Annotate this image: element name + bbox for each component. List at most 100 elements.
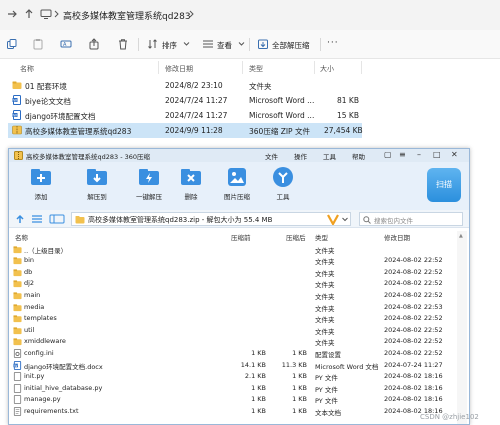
zip-file-row[interactable]: config.ini 1 KB 1 KB 配置设置 2024-08-02 22:…	[9, 347, 449, 359]
extract-all-button[interactable]: 全部解压缩	[272, 40, 310, 51]
tools-button[interactable]: 工具	[261, 165, 305, 201]
zip-path-field[interactable]: 高校多媒体教室管理系统qd283.zip - 解包大小为 55.4 MB	[71, 212, 351, 226]
zip-path-text: 高校多媒体教室管理系统qd283.zip - 解包大小为 55.4 MB	[88, 216, 273, 224]
zip-file-type: 文件夹	[315, 258, 335, 267]
chevron-down-icon[interactable]	[238, 41, 245, 47]
v-badge-icon[interactable]	[327, 214, 339, 225]
arrow-up-icon[interactable]	[15, 214, 25, 224]
zip-file-after: 1 KB	[292, 348, 307, 357]
breadcrumb[interactable]: 高校多媒体教室管理系统qd283	[63, 9, 191, 22]
zip-file-row[interactable]: bin 文件夹 2024-08-02 22:52	[9, 255, 449, 267]
zip-toolbar: 添加 解压到 一键解压 删除 图片压缩 工具 扫描	[9, 162, 469, 210]
sort-button[interactable]: 排序	[162, 40, 177, 51]
zip-file-row[interactable]: templates 文件夹 2024-08-02 22:52	[9, 313, 449, 324]
paste-icon[interactable]	[32, 38, 44, 50]
zip-file-row[interactable]: media 文件夹 2024-08-02 22:53	[9, 301, 449, 313]
zip-file-row[interactable]: W django环境配置文档.docx 14.1 KB 11.3 KB Micr…	[9, 359, 449, 371]
zip-search-field[interactable]: 搜索包内文件	[359, 212, 463, 226]
zip-file-row[interactable]: requirements.txt 1 KB 1 KB 文本文档 2024-08-…	[9, 405, 449, 417]
zip-app-icon	[14, 151, 23, 160]
arrow-right-icon[interactable]	[6, 8, 18, 20]
zip-file-name: templates	[24, 314, 57, 323]
zip-col-date[interactable]: 修改日期	[384, 232, 410, 242]
list-view-icon[interactable]	[31, 214, 43, 224]
share-icon[interactable]	[88, 38, 100, 50]
zip-file-name: requirements.txt	[24, 406, 79, 415]
zip-file-date: 2024-08-02 18:16	[384, 395, 443, 404]
zip-file-row[interactable]: init.py 2.1 KB 1 KB PY 文件 2024-08-02 18:…	[9, 371, 449, 383]
zip-file-name: ..（上级目录）	[24, 246, 68, 255]
image-compress-label: 图片压缩	[224, 193, 250, 201]
close-icon[interactable]: ✕	[451, 150, 458, 159]
file-list: 名称 修改日期 类型 大小 01 配套环境 2024/8/2 23:10 文件夹…	[0, 59, 500, 149]
zip-file-type: Microsoft Word 文档	[315, 362, 379, 371]
detail-view-icon[interactable]	[49, 214, 65, 224]
sort-icon[interactable]	[147, 38, 159, 50]
view-button[interactable]: 查看	[217, 40, 232, 51]
menu-operation[interactable]: 操作	[294, 151, 307, 161]
delete-icon[interactable]	[117, 38, 129, 50]
minimize-icon[interactable]: –	[417, 150, 421, 159]
chevron-right-icon	[54, 10, 59, 18]
zip-file-date: 2024-08-02 18:16	[384, 383, 443, 392]
file-row[interactable]: W django环境配置文档 2024/7/24 11:27 Microsoft…	[8, 108, 362, 123]
chevron-down-icon[interactable]	[342, 217, 348, 222]
column-header-size[interactable]: 大小	[320, 64, 334, 74]
column-header-type[interactable]: 类型	[249, 64, 263, 74]
zip-file-row[interactable]: dj2 文件夹 2024-08-02 22:52	[9, 278, 449, 289]
zip-col-type[interactable]: 类型	[315, 232, 328, 242]
zip-file-after: 1 KB	[292, 406, 307, 415]
arrow-up-icon[interactable]	[23, 8, 35, 20]
zip-col-after[interactable]: 压缩后	[286, 232, 306, 242]
zip-scrollbar[interactable]: ▲	[457, 231, 467, 424]
zip-file-row[interactable]: db 文件夹 2024-08-02 22:52	[9, 266, 449, 278]
menu-help[interactable]: 帮助	[352, 151, 365, 161]
file-row[interactable]: 高校多媒体教室管理系统qd283 2024/9/9 11:28 360压缩 ZI…	[8, 123, 363, 138]
delete-button[interactable]: 删除	[169, 165, 213, 201]
add-icon	[31, 169, 51, 185]
column-header-name[interactable]: 名称	[20, 64, 34, 74]
extract-to-button[interactable]: 解压到	[75, 165, 119, 201]
menu-icon[interactable]: ≡	[399, 150, 406, 159]
zip-file-name: xmiddleware	[24, 337, 66, 346]
skin-icon[interactable]: ▢	[384, 150, 392, 159]
folder-icon	[13, 280, 22, 288]
chevron-right-icon[interactable]	[188, 8, 196, 20]
monitor-icon[interactable]	[40, 8, 52, 20]
chevron-down-icon[interactable]	[183, 41, 190, 47]
zip-file-type: 配置设置	[315, 350, 341, 359]
zip-file-row[interactable]: ..（上级目录） 文件夹	[9, 243, 449, 255]
one-click-extract-button[interactable]: 一键解压	[127, 165, 171, 201]
scan-button[interactable]: 扫描	[427, 168, 461, 202]
image-compress-button[interactable]: 图片压缩	[215, 165, 259, 201]
file-row[interactable]: 01 配套环境 2024/8/2 23:10 文件夹	[8, 78, 362, 93]
file-row[interactable]: W biye论文文档 2024/7/24 11:27 Microsoft Wor…	[8, 93, 362, 108]
zip-file-date: 2024-08-02 22:52	[384, 325, 443, 334]
one-click-extract-label: 一键解压	[136, 193, 162, 201]
more-options-icon[interactable]: ···	[327, 38, 339, 48]
delete-label: 删除	[184, 193, 198, 201]
zip-address-bar: 高校多媒体教室管理系统qd283.zip - 解包大小为 55.4 MB 搜索包…	[9, 210, 469, 228]
rename-icon[interactable]: A	[60, 38, 72, 50]
zip-file-row[interactable]: initial_hive_database.py 1 KB 1 KB PY 文件…	[9, 382, 449, 394]
folder-icon	[75, 216, 85, 224]
add-button[interactable]: 添加	[19, 165, 63, 201]
file-type: 文件夹	[249, 82, 272, 91]
zip-file-row[interactable]: util 文件夹 2024-08-02 22:52	[9, 324, 449, 336]
menu-tools[interactable]: 工具	[323, 151, 336, 161]
zip-file-row[interactable]: manage.py 1 KB 1 KB PY 文件 2024-08-02 18:…	[9, 394, 449, 405]
zip-file-row[interactable]: xmiddleware 文件夹 2024-08-02 22:52	[9, 336, 449, 347]
zip-file-row[interactable]: main 文件夹 2024-08-02 22:52	[9, 289, 449, 301]
maximize-icon[interactable]: □	[433, 150, 441, 159]
view-icon[interactable]	[202, 38, 214, 50]
zip-col-name[interactable]: 名称	[15, 232, 28, 242]
zip-col-before[interactable]: 压缩前	[231, 232, 251, 242]
copy-icon[interactable]	[6, 38, 18, 50]
extract-all-icon[interactable]	[257, 38, 269, 50]
menu-file[interactable]: 文件	[265, 151, 278, 161]
column-header-date[interactable]: 修改日期	[165, 64, 193, 74]
file-name: django环境配置文档	[25, 112, 96, 121]
explorer-titlebar: 高校多媒体教室管理系统qd283	[0, 0, 500, 30]
zip-file-type: PY 文件	[315, 374, 338, 383]
file-list-header: 名称 修改日期 类型 大小	[0, 59, 500, 76]
